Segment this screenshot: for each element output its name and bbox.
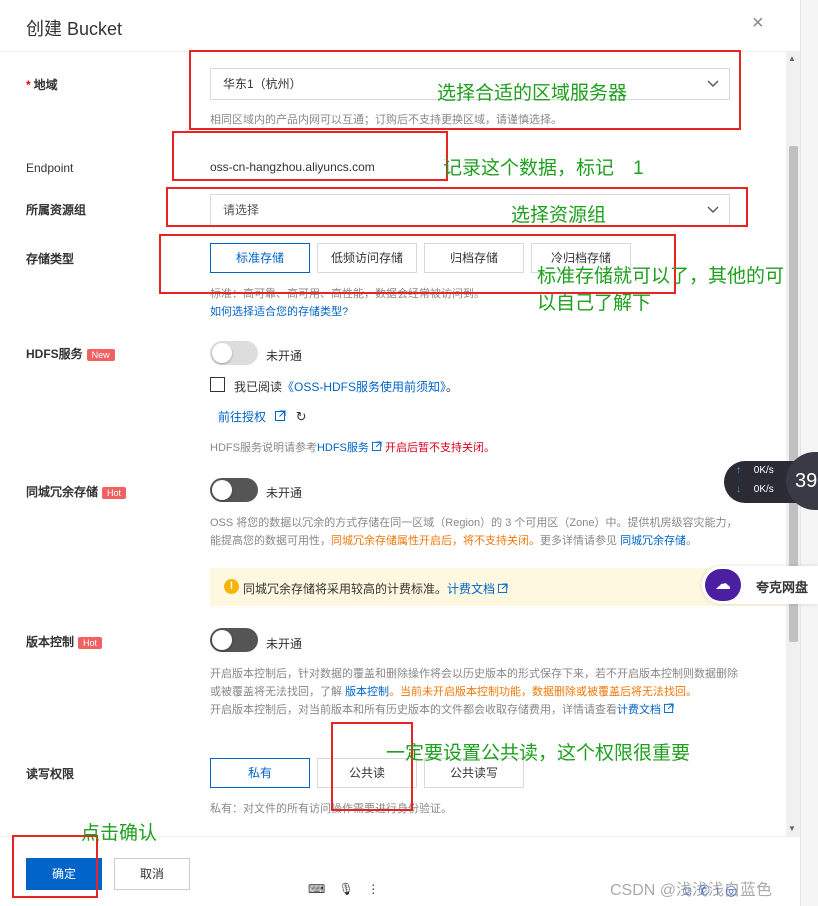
zone-redundancy-desc: OSS 将您的数据以冗余的方式存储在同一区域（Region）的 3 个可用区（Z… bbox=[210, 514, 740, 550]
resource-group-label: 所属资源组 bbox=[26, 203, 87, 217]
storage-option-standard[interactable]: 标准存储 bbox=[210, 243, 310, 273]
zone-redundancy-toggle-text: 未开通 bbox=[266, 486, 303, 500]
download-speed-value: 0K/s bbox=[753, 484, 774, 495]
annotation-region: 选择合适的区域服务器 bbox=[437, 83, 628, 104]
quark-name: 夸克网盘 bbox=[756, 580, 809, 595]
new-badge: New bbox=[86, 348, 115, 361]
hdfs-agree-suffix: 。 bbox=[446, 380, 459, 394]
upload-speed-value: 0K/s bbox=[753, 465, 774, 476]
upload-arrow-icon: ↑ bbox=[736, 465, 741, 476]
more-icon[interactable]: ⋮ bbox=[367, 882, 379, 896]
acl-option-private[interactable]: 私有 bbox=[210, 758, 310, 788]
versioning-label: 版本控制 Hot bbox=[26, 633, 103, 650]
keyboard-icon[interactable]: ⌨ bbox=[308, 882, 325, 896]
region-label-text: 地域 bbox=[33, 78, 58, 92]
hdfs-doc-link[interactable]: HDFS服务 bbox=[317, 442, 369, 454]
acl-label: 读写权限 bbox=[26, 767, 75, 781]
zone-redundancy-doc-link[interactable]: 同城冗余存储 bbox=[620, 535, 686, 547]
hot-badge: Hot bbox=[102, 486, 127, 499]
annotation-storage-line1: 标准存储就可以了，其他的可 bbox=[537, 266, 785, 287]
hdfs-authorize: 前往授权 ↻ bbox=[218, 408, 307, 425]
storage-class-hint: 标准：高可靠、高可用、高性能，数据会经常被访问到。 bbox=[210, 288, 485, 300]
annotation-endpoint: 记录这个数据，标记 1 bbox=[443, 158, 644, 179]
versioning-toggle-text: 未开通 bbox=[266, 637, 303, 651]
refresh-icon[interactable]: ↻ bbox=[296, 409, 307, 424]
external-link-icon[interactable] bbox=[498, 582, 508, 596]
chevron-down-icon bbox=[707, 69, 719, 109]
billing-doc-link[interactable]: 计费文档 bbox=[447, 582, 495, 596]
hdfs-label: HDFS服务 New bbox=[26, 345, 115, 362]
dialog-scrollbar[interactable]: ▲ ▼ bbox=[786, 52, 800, 836]
versioning-desc-warning: 。当前未开启版本控制功能，数据删除或被覆盖后将无法找回。 bbox=[389, 686, 698, 698]
close-icon[interactable]: × bbox=[752, 12, 764, 35]
zone-desc-end: 。 bbox=[686, 535, 698, 547]
authorize-link[interactable]: 前往授权 bbox=[218, 410, 266, 424]
hdfs-notice-link[interactable]: 《OSS-HDFS服务使用前须知》 bbox=[282, 380, 446, 394]
scroll-up-icon[interactable]: ▲ bbox=[788, 54, 796, 63]
zone-redundancy-label-text: 同城冗余存储 bbox=[26, 485, 99, 499]
upload-speed: ↑ 0K/s bbox=[736, 465, 774, 476]
annotation-storage-line2: 以自己了解下 bbox=[537, 293, 652, 314]
warning-icon: ! bbox=[224, 579, 239, 594]
hdfs-label-text: HDFS服务 bbox=[26, 347, 83, 361]
input-toolbar: ⌨ 🎙 ⋮ bbox=[308, 882, 389, 896]
annotation-acl: 一定要设置公共读，这个权限很重要 bbox=[386, 743, 691, 764]
versioning-billing-link[interactable]: 计费文档 bbox=[617, 704, 661, 716]
external-link-icon[interactable] bbox=[664, 703, 674, 716]
versioning-doc-link[interactable]: 版本控制 bbox=[345, 686, 389, 698]
confirm-button[interactable]: 确定 bbox=[26, 858, 102, 890]
hdfs-note-prefix: HDFS服务说明请参考 bbox=[210, 442, 317, 454]
hdfs-toggle[interactable] bbox=[210, 341, 258, 365]
versioning-desc-part3: 开启版本控制后，对当前版本和所有历史版本的文件都会收取存储费用，详情请查看 bbox=[210, 704, 617, 716]
quark-drive-widget[interactable]: ☁ 夸克网盘 bbox=[702, 566, 818, 604]
quark-logo-icon: ☁ bbox=[705, 569, 741, 601]
required-mark: * bbox=[26, 78, 31, 92]
hdfs-agree-text: 我已阅读《OSS-HDFS服务使用前须知》。 bbox=[234, 378, 458, 395]
hot-badge: Hot bbox=[78, 636, 103, 649]
storage-class-label: 存储类型 bbox=[26, 252, 75, 266]
versioning-desc: 开启版本控制后，针对数据的覆盖和删除操作将会以历史版本的形式保存下来，若不开启版… bbox=[210, 665, 740, 719]
resource-group-placeholder: 请选择 bbox=[223, 203, 260, 217]
download-speed: ↓ 0K/s bbox=[736, 484, 774, 495]
toggle-knob bbox=[212, 480, 232, 500]
storage-option-ia[interactable]: 低频访问存储 bbox=[317, 243, 417, 273]
cancel-button[interactable]: 取消 bbox=[114, 858, 190, 890]
resource-group-select[interactable]: 请选择 bbox=[210, 194, 730, 226]
versioning-toggle[interactable] bbox=[210, 628, 258, 652]
versioning-label-text: 版本控制 bbox=[26, 635, 75, 649]
hdfs-toggle-text: 未开通 bbox=[266, 349, 303, 363]
microphone-icon[interactable]: 🎙 bbox=[339, 882, 354, 896]
zone-redundancy-label: 同城冗余存储 Hot bbox=[26, 483, 127, 500]
toggle-knob bbox=[212, 343, 232, 363]
external-link-icon[interactable] bbox=[275, 410, 286, 424]
region-label: * 地域 bbox=[26, 76, 58, 93]
acl-hint: 私有：对文件的所有访问操作需要进行身份验证。 bbox=[210, 803, 452, 815]
hdfs-note: HDFS服务说明请参考HDFS服务 开启后暂不支持关闭。 bbox=[210, 439, 495, 455]
hdfs-note-warning: 开启后暂不支持关闭。 bbox=[385, 442, 496, 454]
external-link-icon[interactable] bbox=[371, 441, 382, 454]
region-select-value: 华东1（杭州） bbox=[223, 77, 302, 91]
annotation-resource-group: 选择资源组 bbox=[511, 205, 607, 226]
region-hint: 相同区域内的产品内网可以互通；订购后不支持更换区域，请谨慎选择。 bbox=[210, 114, 562, 126]
billing-notice-text: 同城冗余存储将采用较高的计费标准。计费文档 bbox=[243, 580, 508, 597]
dialog-title: 创建 Bucket bbox=[26, 19, 123, 39]
dialog-header: 创建 Bucket × bbox=[0, 0, 800, 52]
storage-option-archive[interactable]: 归档存储 bbox=[424, 243, 524, 273]
endpoint-value: oss-cn-hangzhou.aliyuncs.com bbox=[210, 160, 375, 174]
hdfs-agree-checkbox[interactable] bbox=[210, 377, 225, 392]
annotation-confirm: 点击确认 bbox=[81, 823, 158, 844]
zone-desc-warning: 同城冗余存储属性开启后，将不支持关闭。 bbox=[331, 535, 540, 547]
zone-desc-part2: 更多详情请参见 bbox=[540, 535, 617, 547]
notice-text: 同城冗余存储将采用较高的计费标准。 bbox=[243, 582, 448, 596]
zone-redundancy-toggle[interactable] bbox=[210, 478, 258, 502]
hdfs-agree-prefix: 我已阅读 bbox=[234, 380, 283, 394]
download-arrow-icon: ↓ bbox=[736, 484, 741, 495]
scroll-down-icon[interactable]: ▼ bbox=[788, 824, 796, 833]
toggle-knob bbox=[212, 630, 232, 650]
chevron-down-icon bbox=[707, 195, 719, 235]
storage-class-help-link[interactable]: 如何选择适合您的存储类型? bbox=[210, 303, 348, 319]
system-tray-icons: ☺✆↑◎ bbox=[680, 882, 742, 898]
create-bucket-dialog: 创建 Bucket × * 地域 华东1（杭州） 相同区域内的产品内网可以互通；订… bbox=[0, 0, 800, 906]
endpoint-label: Endpoint bbox=[26, 161, 74, 175]
